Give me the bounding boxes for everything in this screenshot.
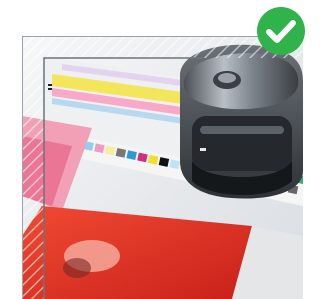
densitometer-device xyxy=(180,44,303,199)
checkmark-icon xyxy=(257,7,305,55)
densitometer-photo xyxy=(22,36,303,299)
checkmark-badge xyxy=(256,6,306,56)
image-card xyxy=(0,0,307,299)
photo-illustration xyxy=(22,36,303,299)
hatch-overlay-left xyxy=(22,36,44,299)
